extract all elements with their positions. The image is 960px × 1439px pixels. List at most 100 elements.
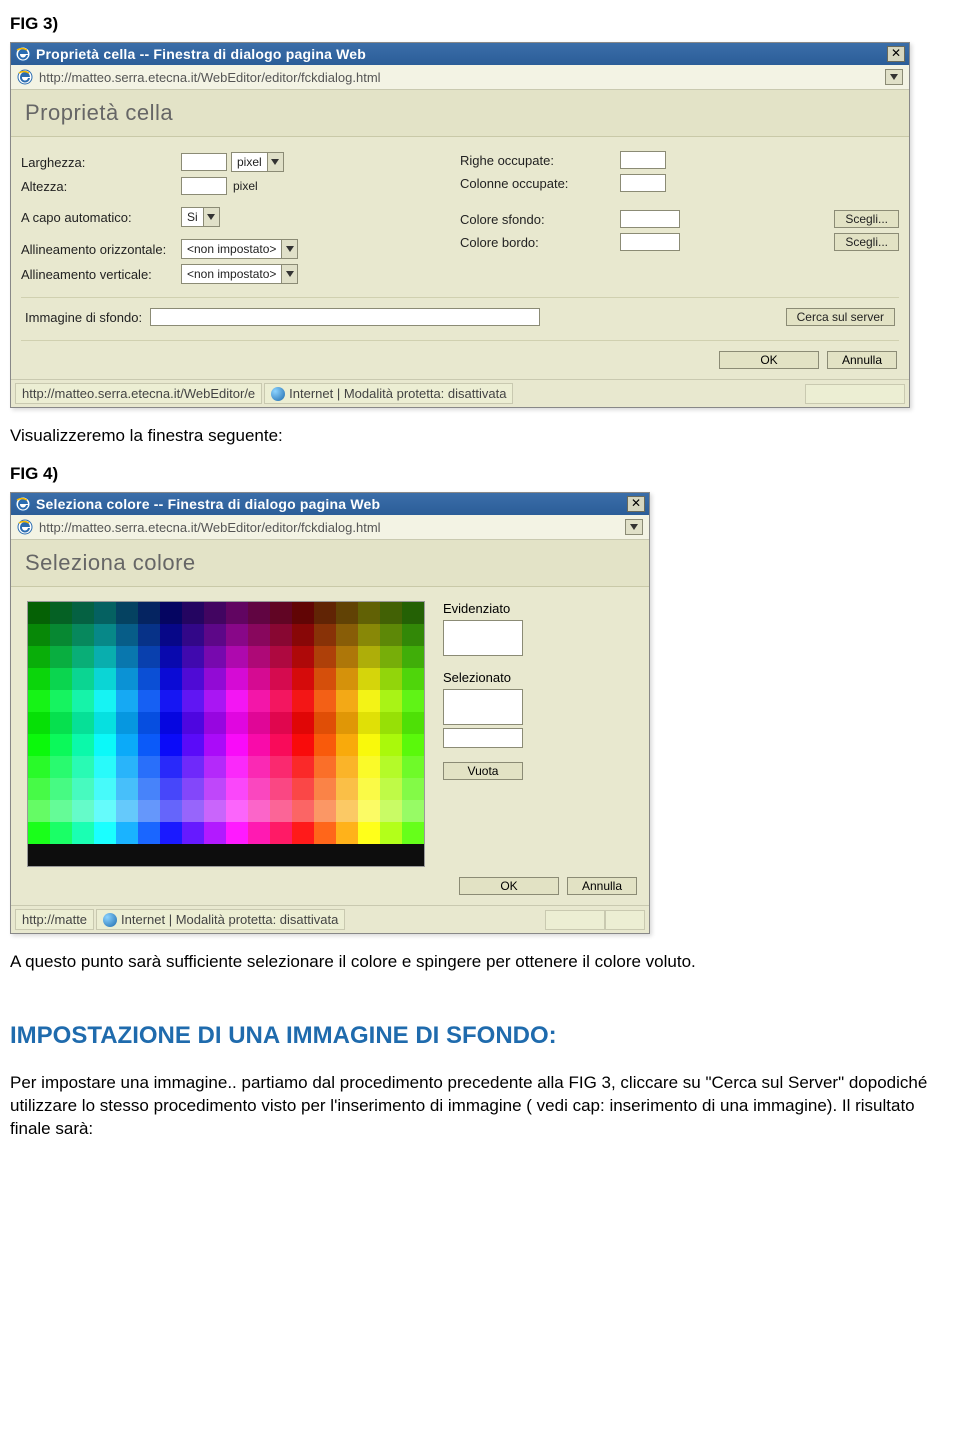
color-swatch[interactable] (28, 800, 50, 822)
color-swatch[interactable] (292, 778, 314, 800)
color-swatch[interactable] (226, 602, 248, 624)
color-swatch[interactable] (50, 602, 72, 624)
color-swatch[interactable] (94, 668, 116, 690)
color-swatch[interactable] (314, 800, 336, 822)
color-swatch[interactable] (226, 646, 248, 668)
color-palette[interactable] (27, 601, 425, 867)
color-swatch[interactable] (402, 734, 424, 756)
color-swatch[interactable] (402, 778, 424, 800)
color-swatch[interactable] (138, 734, 160, 756)
input-bgimage[interactable] (150, 308, 540, 326)
color-swatch[interactable] (116, 756, 138, 778)
color-swatch[interactable] (50, 844, 72, 866)
color-swatch[interactable] (72, 668, 94, 690)
color-swatch[interactable] (314, 624, 336, 646)
color-swatch[interactable] (138, 646, 160, 668)
color-swatch[interactable] (160, 646, 182, 668)
color-swatch[interactable] (380, 602, 402, 624)
color-swatch[interactable] (402, 712, 424, 734)
color-swatch[interactable] (204, 624, 226, 646)
color-swatch[interactable] (336, 756, 358, 778)
color-swatch[interactable] (94, 756, 116, 778)
color-swatch[interactable] (402, 668, 424, 690)
browse-server-button[interactable]: Cerca sul server (786, 308, 895, 326)
color-swatch[interactable] (270, 712, 292, 734)
titlebar[interactable]: Seleziona colore -- Finestra di dialogo … (11, 493, 649, 515)
color-swatch[interactable] (248, 734, 270, 756)
color-swatch[interactable] (204, 844, 226, 866)
color-swatch[interactable] (204, 646, 226, 668)
color-swatch[interactable] (380, 690, 402, 712)
color-swatch[interactable] (50, 756, 72, 778)
color-swatch[interactable] (28, 712, 50, 734)
color-swatch[interactable] (226, 822, 248, 844)
color-swatch[interactable] (380, 778, 402, 800)
color-swatch[interactable] (336, 690, 358, 712)
color-swatch[interactable] (182, 668, 204, 690)
color-swatch[interactable] (72, 690, 94, 712)
url-dropdown[interactable] (625, 519, 643, 535)
color-swatch[interactable] (336, 646, 358, 668)
select-width-unit[interactable]: pixel (231, 152, 284, 172)
color-swatch[interactable] (72, 844, 94, 866)
color-swatch[interactable] (336, 800, 358, 822)
color-swatch[interactable] (270, 800, 292, 822)
color-swatch[interactable] (270, 734, 292, 756)
color-swatch[interactable] (270, 844, 292, 866)
color-swatch[interactable] (270, 778, 292, 800)
color-swatch[interactable] (160, 778, 182, 800)
color-swatch[interactable] (28, 646, 50, 668)
color-swatch[interactable] (270, 646, 292, 668)
color-swatch[interactable] (116, 778, 138, 800)
cancel-button[interactable]: Annulla (567, 877, 637, 895)
color-swatch[interactable] (72, 756, 94, 778)
color-swatch[interactable] (402, 624, 424, 646)
color-swatch[interactable] (94, 800, 116, 822)
color-swatch[interactable] (50, 734, 72, 756)
color-swatch[interactable] (160, 668, 182, 690)
color-swatch[interactable] (138, 668, 160, 690)
color-swatch[interactable] (248, 712, 270, 734)
color-swatch[interactable] (160, 734, 182, 756)
close-button[interactable]: ✕ (887, 46, 905, 62)
color-swatch[interactable] (138, 844, 160, 866)
color-swatch[interactable] (336, 778, 358, 800)
color-swatch[interactable] (116, 690, 138, 712)
color-swatch[interactable] (226, 712, 248, 734)
color-swatch[interactable] (138, 800, 160, 822)
color-swatch[interactable] (94, 734, 116, 756)
color-swatch[interactable] (314, 646, 336, 668)
color-swatch[interactable] (358, 756, 380, 778)
color-swatch[interactable] (116, 844, 138, 866)
color-swatch[interactable] (402, 844, 424, 866)
color-swatch[interactable] (72, 734, 94, 756)
color-swatch[interactable] (226, 778, 248, 800)
color-swatch[interactable] (248, 778, 270, 800)
color-swatch[interactable] (138, 624, 160, 646)
color-swatch[interactable] (226, 734, 248, 756)
color-swatch[interactable] (248, 822, 270, 844)
color-swatch[interactable] (226, 624, 248, 646)
color-swatch[interactable] (336, 624, 358, 646)
color-swatch[interactable] (292, 646, 314, 668)
color-swatch[interactable] (358, 844, 380, 866)
color-swatch[interactable] (292, 624, 314, 646)
color-swatch[interactable] (138, 690, 160, 712)
color-swatch[interactable] (380, 712, 402, 734)
color-swatch[interactable] (314, 822, 336, 844)
color-swatch[interactable] (380, 756, 402, 778)
color-swatch[interactable] (380, 800, 402, 822)
color-swatch[interactable] (204, 668, 226, 690)
color-swatch[interactable] (182, 778, 204, 800)
input-bgcolor[interactable] (620, 210, 680, 228)
cancel-button[interactable]: Annulla (827, 351, 897, 369)
selected-hex[interactable] (443, 728, 523, 748)
color-swatch[interactable] (292, 844, 314, 866)
color-swatch[interactable] (160, 602, 182, 624)
color-swatch[interactable] (160, 844, 182, 866)
color-swatch[interactable] (270, 822, 292, 844)
color-swatch[interactable] (50, 712, 72, 734)
color-swatch[interactable] (204, 756, 226, 778)
color-swatch[interactable] (270, 602, 292, 624)
color-swatch[interactable] (28, 734, 50, 756)
